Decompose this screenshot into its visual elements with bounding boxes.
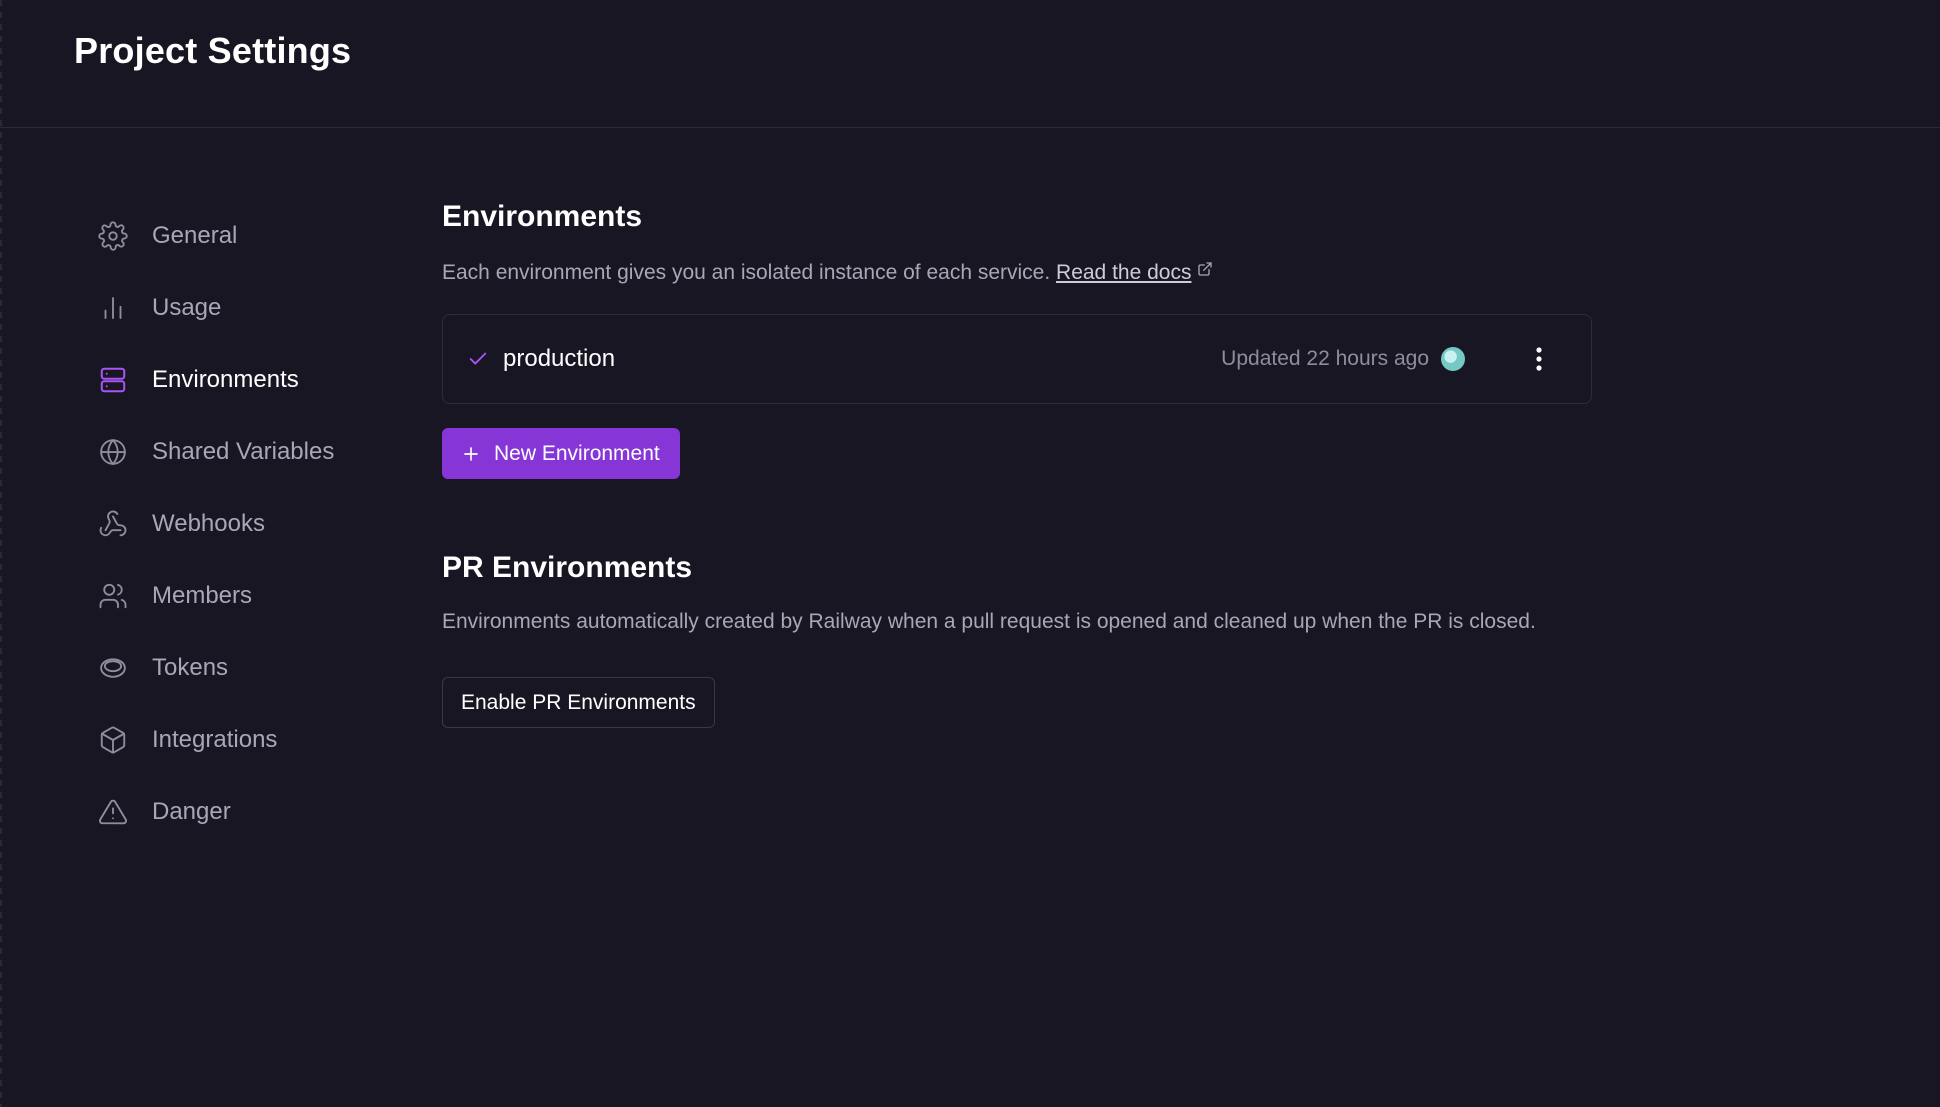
globe-icon — [96, 435, 130, 469]
section-description: Each environment gives you an isolated i… — [442, 256, 1594, 288]
sidebar-item-label: Integrations — [152, 726, 278, 753]
environment-name: production — [503, 345, 616, 372]
webhook-icon — [96, 507, 130, 541]
settings-sidebar: General Usage Environments Shared Variab… — [96, 200, 396, 848]
plus-icon — [462, 445, 480, 463]
sidebar-item-tokens[interactable]: Tokens — [96, 632, 396, 704]
sidebar-item-general[interactable]: General — [96, 200, 396, 272]
more-options-icon[interactable] — [1527, 344, 1551, 374]
sidebar-item-danger[interactable]: Danger — [96, 776, 396, 848]
section-title: PR Environments — [442, 551, 693, 584]
page-header: Project Settings — [0, 0, 1940, 128]
page-title: Project Settings — [74, 30, 352, 71]
coin-icon — [96, 651, 130, 685]
server-icon — [96, 363, 130, 397]
pr-environments-section: PR Environments Environments automatical… — [442, 551, 1594, 728]
bar-chart-icon — [96, 291, 130, 325]
sidebar-item-label: Usage — [152, 294, 222, 321]
new-environment-label: New Environment — [494, 441, 660, 465]
avatar — [1441, 347, 1465, 371]
sidebar-item-shared-variables[interactable]: Shared Variables — [96, 416, 396, 488]
read-docs-link[interactable]: Read the docs — [1056, 261, 1191, 284]
window-edge — [0, 0, 2, 1107]
sidebar-item-label: General — [152, 222, 238, 249]
sidebar-item-label: Environments — [152, 366, 299, 393]
environment-row[interactable]: production Updated 22 hours ago — [442, 314, 1592, 404]
sidebar-item-label: Webhooks — [152, 510, 265, 537]
sidebar-item-label: Tokens — [152, 654, 229, 681]
check-icon — [467, 348, 489, 370]
new-environment-button[interactable]: New Environment — [442, 428, 680, 479]
pr-environments-description: Environments automatically created by Ra… — [442, 610, 1536, 633]
main-content: Environments Each environment gives you … — [442, 200, 1594, 728]
gear-icon — [96, 219, 130, 253]
sidebar-item-environments[interactable]: Environments — [96, 344, 396, 416]
section-title: Environments — [442, 200, 643, 233]
box-icon — [96, 723, 130, 757]
environment-updated-time: Updated 22 hours ago — [1221, 347, 1429, 370]
sidebar-item-usage[interactable]: Usage — [96, 272, 396, 344]
warning-icon — [96, 795, 130, 829]
sidebar-item-webhooks[interactable]: Webhooks — [96, 488, 396, 560]
sidebar-item-label: Shared Variables — [152, 438, 335, 465]
external-link-icon — [1197, 256, 1213, 286]
environments-description: Each environment gives you an isolated i… — [442, 261, 1051, 284]
users-icon — [96, 579, 130, 613]
sidebar-item-integrations[interactable]: Integrations — [96, 704, 396, 776]
enable-pr-environments-button[interactable]: Enable PR Environments — [442, 677, 715, 728]
sidebar-item-label: Members — [152, 582, 253, 609]
sidebar-item-label: Danger — [152, 798, 231, 825]
sidebar-item-members[interactable]: Members — [96, 560, 396, 632]
environments-section: Environments Each environment gives you … — [442, 200, 1594, 479]
